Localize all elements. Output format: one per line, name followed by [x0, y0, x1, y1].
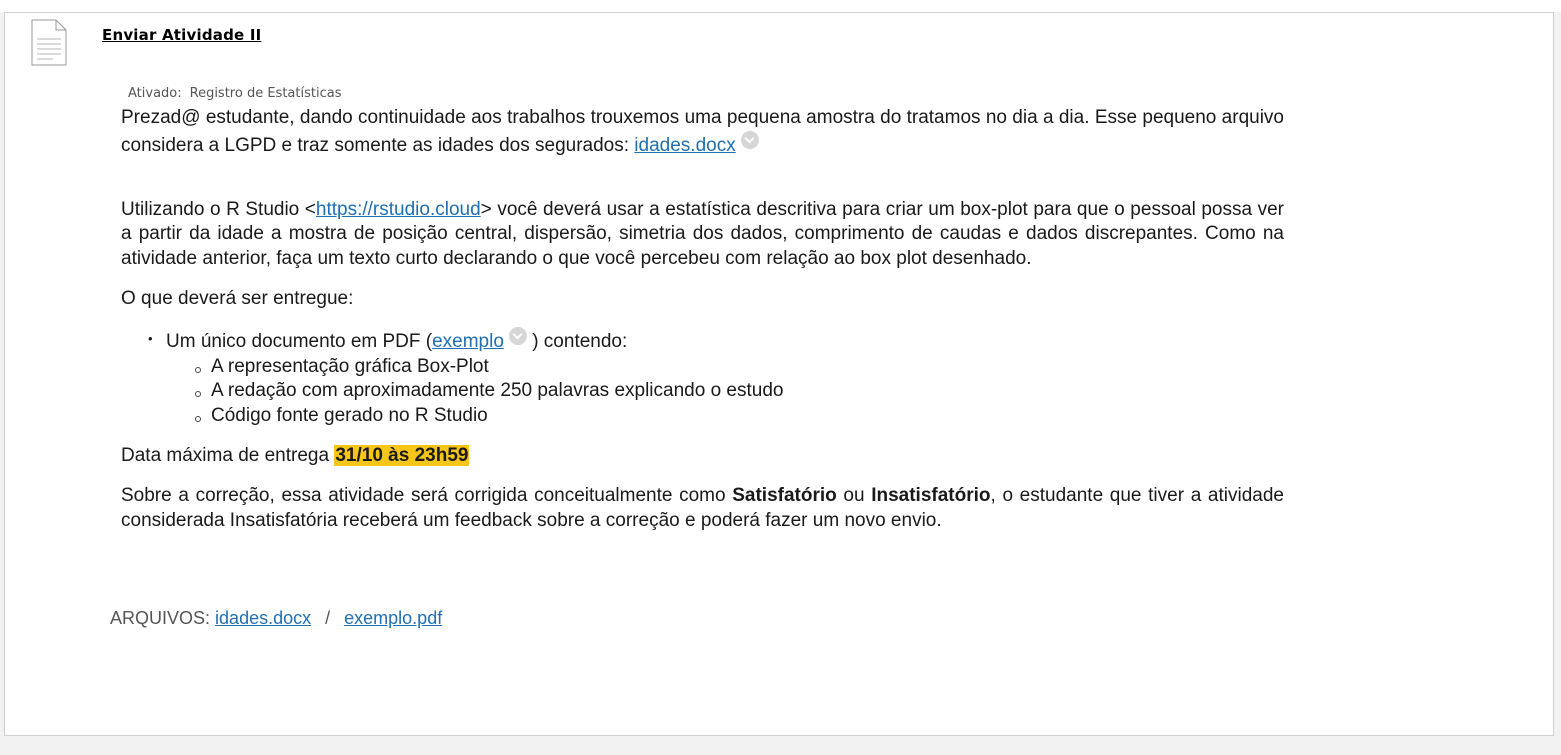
instructions-paragraph: Utilizando o R Studio <https://rstudio.c…: [121, 198, 1284, 270]
deliverables-sublist: A representação gráfica Box-Plot A redaç…: [166, 355, 1284, 429]
attachments-label: ARQUIVOS:: [110, 608, 211, 628]
list-item: Um único documento em PDF (exemplo ) con…: [121, 326, 1284, 429]
deliverables-list: Um único documento em PDF (exemplo ) con…: [121, 326, 1284, 429]
status-value: Registro de Estatísticas: [189, 86, 342, 101]
attachments-separator: /: [325, 608, 331, 628]
item-title-link[interactable]: Enviar Atividade II: [102, 26, 261, 44]
attachments-line: ARQUIVOS: idades.docx / exemplo.pdf: [110, 608, 442, 629]
grading-paragraph: Sobre a correção, essa atividade será co…: [121, 484, 1284, 531]
list-item: Código fonte gerado no R Studio: [166, 404, 1284, 429]
document-icon: [31, 19, 67, 66]
status-line: Ativado: Registro de Estatísticas: [128, 86, 341, 101]
chevron-down-icon[interactable]: [740, 130, 759, 149]
list-item: A redação com aproximadamente 250 palavr…: [166, 379, 1284, 404]
chevron-down-icon[interactable]: [508, 326, 527, 345]
idades-docx-link[interactable]: idades.docx: [634, 135, 735, 156]
list-item: A representação gráfica Box-Plot: [166, 355, 1284, 380]
intro-paragraph: Prezad@ estudante, dando continuidade ao…: [121, 107, 1284, 156]
top-bar: [0, 0, 1561, 12]
exemplo-link[interactable]: exemplo: [432, 331, 504, 352]
item-description: Prezad@ estudante, dando continuidade ao…: [121, 106, 1284, 533]
rstudio-link[interactable]: https://rstudio.cloud: [316, 199, 481, 220]
deadline-highlight: 31/10 às 23h59: [334, 444, 470, 466]
attachment-exemplo-link[interactable]: exemplo.pdf: [344, 608, 442, 628]
status-label: Ativado:: [128, 86, 182, 101]
attachment-idades-link[interactable]: idades.docx: [215, 608, 311, 628]
deliverables-heading: O que deverá ser entregue:: [121, 287, 354, 309]
deadline-paragraph: Data máxima de entrega 31/10 às 23h59: [121, 444, 470, 466]
